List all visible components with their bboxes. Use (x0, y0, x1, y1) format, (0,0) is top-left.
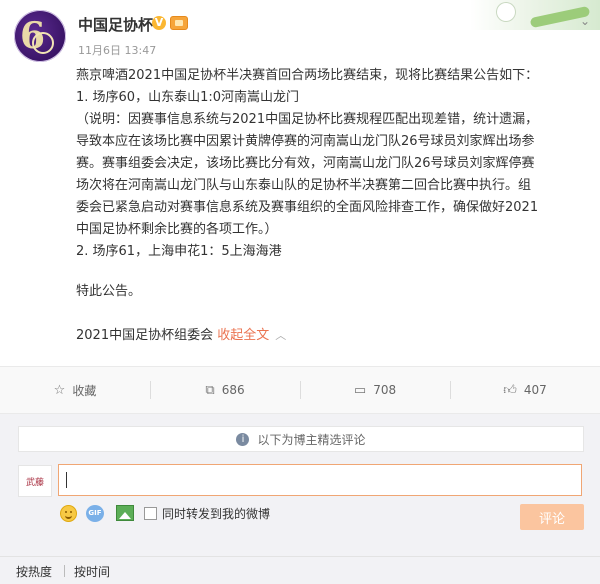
favorite-label: 收藏 (72, 383, 97, 398)
favorite-button[interactable]: ☆ 收藏 (0, 367, 150, 413)
sort-by-time[interactable]: 按时间 (74, 563, 110, 580)
collapse-link[interactable]: 收起全文 (217, 328, 269, 343)
post-line: 委会已紧急启动对赛事信息系统及赛事组织的全面风险排查工作，确保做好2021 (76, 200, 539, 215)
like-button[interactable]: 👍︎ 407 (450, 367, 600, 413)
signature-line: 2021中国足协杯组委会 收起全文 ︿ (76, 325, 586, 347)
star-icon: ☆ (53, 382, 66, 398)
post-line: 中国足协杯剩余比赛的各项工作。） (76, 222, 278, 237)
post-timestamp[interactable]: 11月6日 13:47 (78, 42, 156, 58)
thumbs-up-icon: 👍︎ (503, 382, 517, 398)
emoji-icon[interactable] (60, 505, 77, 522)
chevron-down-icon[interactable]: ⌄ (580, 14, 590, 28)
text-caret (66, 472, 67, 488)
soccer-ball-icon (496, 2, 516, 22)
repost-checkbox[interactable] (144, 507, 157, 520)
action-bar: ☆ 收藏 ⧉ 686 ▭ 708 👍︎ 407 (0, 366, 600, 414)
collapse-arrow-icon[interactable]: ︿ (275, 329, 286, 342)
post-line: 导致本应在该场比赛中因累计黄牌停赛的河南嵩山龙门队26号球员刘家辉出场参 (76, 134, 535, 149)
repost-count: 686 (221, 383, 245, 397)
post-line: 2. 场序61，上海申花1：5上海海港 (76, 244, 282, 259)
like-count: 407 (523, 383, 547, 397)
gif-icon[interactable]: GIF (86, 505, 104, 522)
sort-by-hot[interactable]: 按热度 (16, 563, 52, 580)
notice-line: 特此公告。 (76, 284, 142, 299)
post-line: （说明：因赛事信息系统与2021中国足协杯比赛规程匹配出现差错，统计遗漏， (76, 112, 539, 127)
sort-divider (64, 565, 65, 577)
featured-comments-tip: i 以下为博主精选评论 (18, 426, 584, 452)
my-avatar[interactable]: 武藤 (18, 465, 52, 497)
comment-icon: ▭ (353, 382, 367, 398)
image-upload-icon[interactable] (116, 505, 134, 521)
repost-checkbox-label[interactable]: 同时转发到我的微博 (162, 505, 270, 522)
comment-input[interactable] (58, 464, 582, 496)
submit-comment-button[interactable]: 评论 (520, 504, 584, 530)
author-name[interactable]: 中国足协杯 (78, 14, 153, 35)
comment-count: 708 (373, 383, 397, 397)
featured-comments-tip-text: 以下为博主精选评论 (257, 432, 366, 447)
author-avatar[interactable]: 6 (14, 10, 66, 62)
verified-badge-icon: V (152, 16, 166, 30)
post-line: 燕京啤酒2021中国足协杯半决赛首回合两场比赛结束，现将比赛结果公告如下： (76, 68, 539, 83)
signature-text: 2021中国足协杯组委会 (76, 328, 214, 343)
avatar-logo-ring (32, 32, 54, 54)
member-badge-icon (170, 16, 188, 30)
comment-panel-pointer (370, 405, 384, 412)
repost-button[interactable]: ⧉ 686 (150, 367, 300, 413)
repost-icon: ⧉ (205, 382, 215, 398)
post-content: 燕京啤酒2021中国足协杯半决赛首回合两场比赛结束，现将比赛结果公告如下： 1.… (76, 65, 586, 347)
info-icon: i (236, 432, 250, 446)
post-line: 赛。赛事组委会决定，该场比赛比分有效，河南嵩山龙门队26号球员刘家辉停赛 (76, 156, 535, 171)
post-line: 场次将在河南嵩山龙门队与山东泰山队的足协杯半决赛第二回合比赛中执行。组 (76, 178, 532, 193)
post-line: 1. 场序60，山东泰山1:0河南嵩山龙门 (76, 90, 299, 105)
